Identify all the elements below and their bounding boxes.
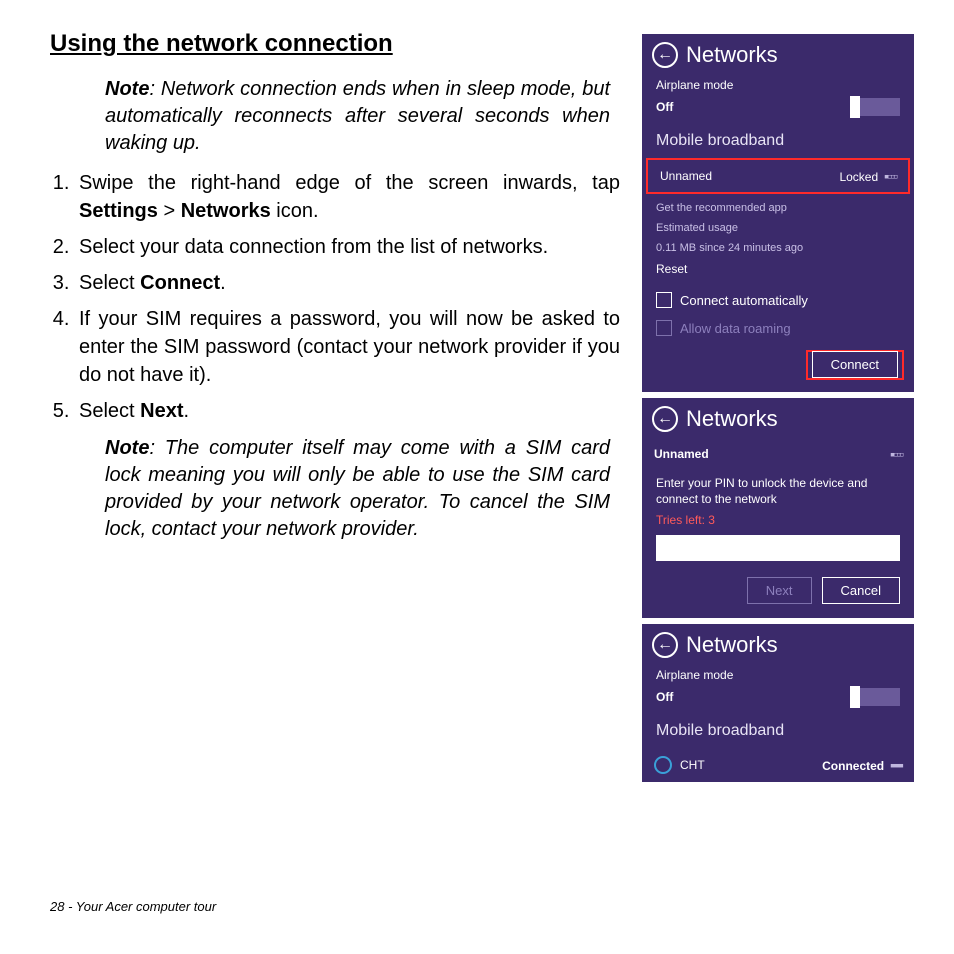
checkbox-icon	[656, 292, 672, 308]
connect-button[interactable]: Connect	[812, 351, 898, 378]
back-icon[interactable]: ←	[652, 632, 678, 658]
tries-left: Tries left: 3	[642, 511, 914, 529]
network-item-cht[interactable]: CHT Connected▪▪▪▪	[642, 748, 914, 782]
network-name: CHT	[680, 758, 705, 772]
networks-panel-2: ← Networks Unnamed ▪▫▫▫ Enter your PIN t…	[642, 398, 914, 618]
network-status: Connected▪▪▪▪	[822, 757, 902, 773]
step-5: Select Next.	[75, 397, 620, 425]
airplane-mode-state: Off	[656, 690, 673, 704]
airplane-mode-state: Off	[656, 100, 673, 114]
note-2-text: : The computer itself may come with a SI…	[105, 437, 610, 540]
section-heading: Using the network connection	[50, 30, 620, 58]
connect-button-highlight: Connect	[806, 350, 904, 380]
globe-icon	[654, 756, 672, 774]
note-1-text: : Network connection ends when in sleep …	[105, 78, 610, 154]
page-footer: 28 - Your Acer computer tour	[50, 899, 216, 914]
recommended-app-link[interactable]: Get the recommended app	[642, 194, 914, 218]
panel-title: Networks	[686, 406, 778, 432]
back-icon[interactable]: ←	[652, 406, 678, 432]
panel-title: Networks	[686, 632, 778, 658]
signal-icon: ▪▫▫▫	[890, 446, 902, 462]
pin-input[interactable]	[656, 535, 900, 561]
allow-roaming-checkbox: Allow data roaming	[642, 314, 914, 342]
back-icon[interactable]: ←	[652, 42, 678, 68]
networks-panel-1: ← Networks Airplane mode Off Mobile broa…	[642, 34, 914, 392]
network-item-unnamed[interactable]: Unnamed Locked▪▫▫▫	[646, 158, 910, 194]
checkbox-icon	[656, 320, 672, 336]
network-name: Unnamed	[654, 447, 709, 461]
note-1-label: Note	[105, 78, 149, 100]
airplane-mode-label: Airplane mode	[642, 74, 914, 96]
airplane-mode-toggle[interactable]	[850, 98, 900, 116]
estimated-usage-label: Estimated usage	[642, 218, 914, 238]
signal-icon: ▪▪▪▪	[890, 757, 902, 773]
step-1: Swipe the right-hand edge of the screen …	[75, 169, 620, 225]
airplane-mode-toggle[interactable]	[850, 688, 900, 706]
step-4: If your SIM requires a password, you wil…	[75, 305, 620, 389]
connect-automatically-checkbox[interactable]: Connect automatically	[642, 286, 914, 314]
reset-link[interactable]: Reset	[642, 258, 914, 286]
signal-icon: ▪▫▫▫	[884, 168, 896, 184]
step-3: Select Connect.	[75, 269, 620, 297]
networks-panel-3: ← Networks Airplane mode Off Mobile broa…	[642, 624, 914, 782]
steps-list: Swipe the right-hand edge of the screen …	[75, 169, 620, 425]
estimated-usage-value: 0.11 MB since 24 minutes ago	[642, 238, 914, 258]
airplane-mode-label: Airplane mode	[642, 664, 914, 686]
note-2: Note: The computer itself may come with …	[105, 435, 610, 543]
next-button: Next	[747, 577, 812, 604]
step-2: Select your data connection from the lis…	[75, 233, 620, 261]
panel-title: Networks	[686, 42, 778, 68]
cancel-button[interactable]: Cancel	[822, 577, 900, 604]
mobile-broadband-label: Mobile broadband	[642, 716, 914, 748]
note-2-label: Note	[105, 437, 149, 459]
network-name: Unnamed	[660, 169, 712, 183]
network-status: Locked▪▫▫▫	[839, 168, 896, 184]
mobile-broadband-label: Mobile broadband	[642, 126, 914, 158]
pin-prompt: Enter your PIN to unlock the device and …	[642, 470, 914, 511]
note-1: Note: Network connection ends when in sl…	[105, 76, 610, 157]
